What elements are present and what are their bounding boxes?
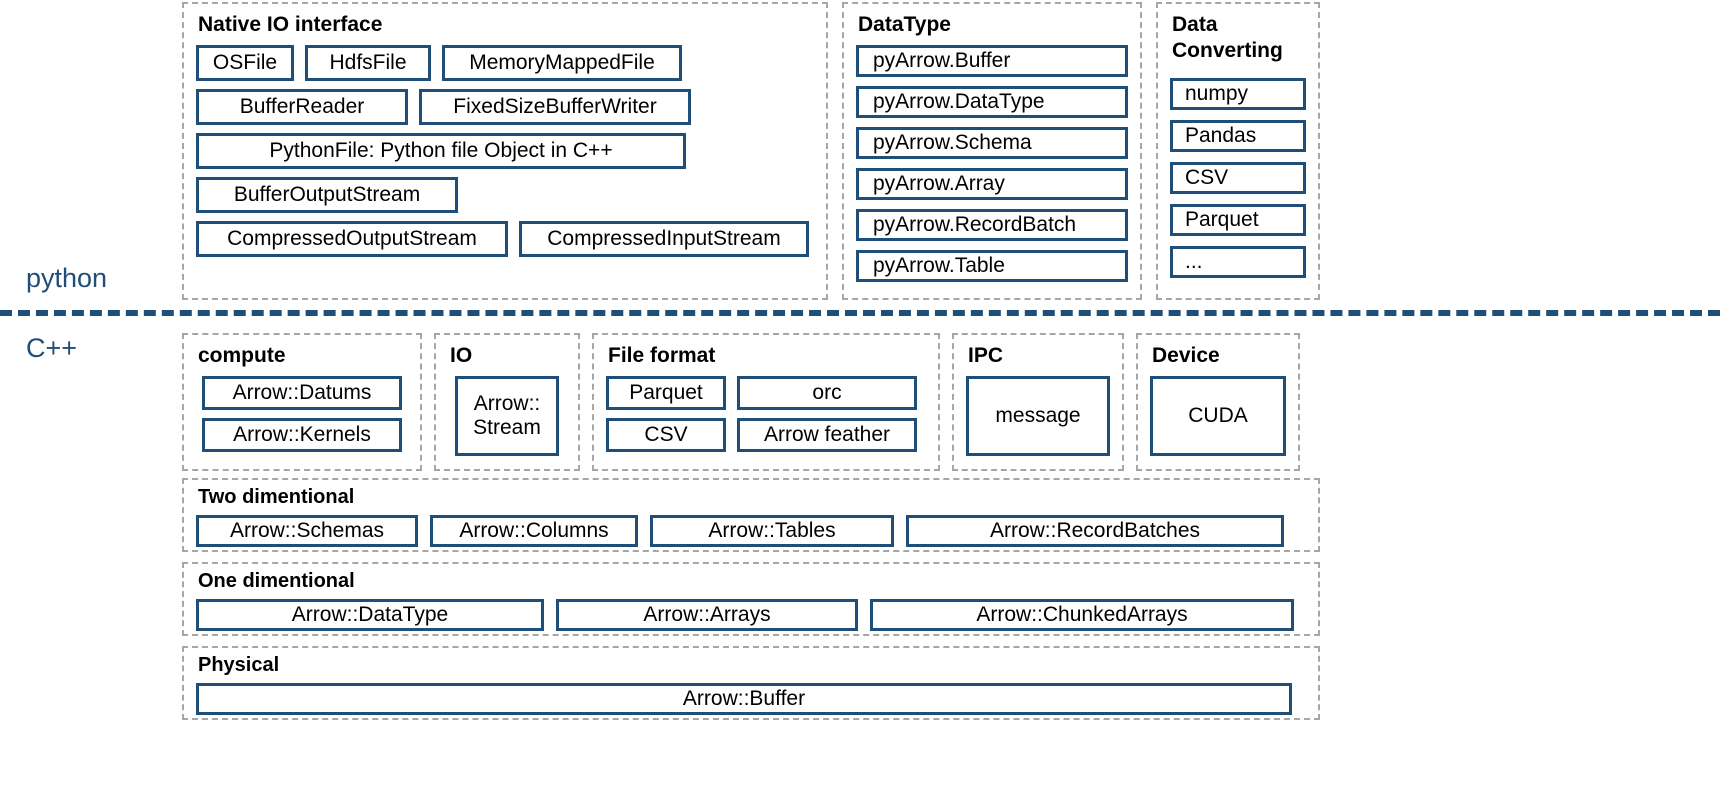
node-pyarrow-schema[interactable]: pyArrow.Schema [856,127,1128,159]
node-memorymappedfile[interactable]: MemoryMappedFile [442,45,682,81]
layer-physical: Physical Arrow::Buffer [182,646,1320,720]
node-csv[interactable]: CSV [1170,162,1306,194]
node-arrow-recordbatches[interactable]: Arrow::RecordBatches [906,515,1284,547]
node-row: BufferReader FixedSizeBufferWriter [196,89,814,125]
node-ellipsis[interactable]: ... [1170,246,1306,278]
node-parquet[interactable]: Parquet [1170,204,1306,236]
node-row: Arrow::Schemas Arrow::Columns Arrow::Tab… [196,515,1306,547]
node-pandas[interactable]: Pandas [1170,120,1306,152]
node-row: BufferOutputStream [196,177,814,213]
layer-label-cpp: C++ [26,333,78,363]
node-arrow-datatype[interactable]: Arrow::DataType [196,599,544,631]
layer-two-dimentional: Two dimentional Arrow::Schemas Arrow::Co… [182,478,1320,552]
panel-title: compute [198,344,286,367]
node-row: Arrow::DataType Arrow::Arrays Arrow::Chu… [196,599,1306,631]
node-row: CUDA [1150,376,1286,456]
node-arrow-feather-format[interactable]: Arrow feather [737,418,917,452]
node-pythonfile[interactable]: PythonFile: Python file Object in C++ [196,133,686,169]
node-row: CSV Arrow feather [606,418,926,452]
node-arrow-chunkedarrays[interactable]: Arrow::ChunkedArrays [870,599,1294,631]
node-arrow-arrays[interactable]: Arrow::Arrays [556,599,858,631]
node-pyarrow-datatype[interactable]: pyArrow.DataType [856,86,1128,118]
node-row: pyArrow.Array [856,168,1128,200]
node-orc-format[interactable]: orc [737,376,917,410]
node-row: Arrow::Datums [196,376,408,410]
node-row: numpy [1170,78,1306,110]
python-layer: Native IO interface OSFile HdfsFile Memo… [182,2,1320,300]
panel-title: Two dimentional [198,486,355,508]
node-pyarrow-recordbatch[interactable]: pyArrow.RecordBatch [856,209,1128,241]
node-row: Arrow::Buffer [196,683,1306,715]
panel-title: IO [450,344,473,367]
node-row: Parquet [1170,204,1306,236]
node-arrow-buffer[interactable]: Arrow::Buffer [196,683,1292,715]
panel-title: DataType [858,13,951,36]
panel-title: Data Converting [1172,13,1283,62]
node-osfile[interactable]: OSFile [196,45,294,81]
node-pyarrow-table[interactable]: pyArrow.Table [856,250,1128,282]
node-arrow-schemas[interactable]: Arrow::Schemas [196,515,418,547]
node-arrow-columns[interactable]: Arrow::Columns [430,515,638,547]
node-fixedsizebufferwriter[interactable]: FixedSizeBufferWriter [419,89,691,125]
node-row: message [966,376,1110,456]
node-cuda[interactable]: CUDA [1150,376,1286,456]
node-row: CompressedOutputStream CompressedInputSt… [196,221,814,257]
layer-one-dimentional: One dimentional Arrow::DataType Arrow::A… [182,562,1320,636]
panel-title: Device [1152,344,1220,367]
panel-native-io-interface: Native IO interface OSFile HdfsFile Memo… [182,2,828,300]
node-row: ... [1170,246,1306,278]
panel-device: Device CUDA [1136,333,1300,471]
node-bufferreader[interactable]: BufferReader [196,89,408,125]
node-hdfsfile[interactable]: HdfsFile [305,45,431,81]
node-row: Pandas [1170,120,1306,152]
node-arrow-kernels[interactable]: Arrow::Kernels [202,418,402,452]
node-pyarrow-array[interactable]: pyArrow.Array [856,168,1128,200]
panel-datatype: DataType pyArrow.Buffer pyArrow.DataType… [842,2,1142,300]
panel-io: IO Arrow:: Stream [434,333,580,471]
panel-compute: compute Arrow::Datums Arrow::Kernels [182,333,422,471]
panel-file-format: File format Parquet orc CSV Arrow feathe… [592,333,940,471]
node-arrow-stream[interactable]: Arrow:: Stream [455,376,559,456]
cpp-module-row: compute Arrow::Datums Arrow::Kernels IO … [182,333,1320,471]
node-arrow-tables[interactable]: Arrow::Tables [650,515,894,547]
node-row: Arrow::Kernels [196,418,408,452]
node-compressedinputstream[interactable]: CompressedInputStream [519,221,809,257]
node-pyarrow-buffer[interactable]: pyArrow.Buffer [856,45,1128,77]
node-csv-format[interactable]: CSV [606,418,726,452]
node-arrow-datums[interactable]: Arrow::Datums [202,376,402,410]
layer-label-python: python [26,263,108,293]
python-cpp-divider [0,310,1720,316]
node-row: pyArrow.Buffer [856,45,1128,77]
node-compressedoutputstream[interactable]: CompressedOutputStream [196,221,508,257]
panel-title: Native IO interface [198,13,383,36]
architecture-diagram: python C++ Native IO interface OSFile Hd… [0,0,1720,789]
panel-title: One dimentional [198,570,355,592]
node-row: pyArrow.DataType [856,86,1128,118]
node-numpy[interactable]: numpy [1170,78,1306,110]
node-bufferoutputstream[interactable]: BufferOutputStream [196,177,458,213]
node-row: pyArrow.Schema [856,127,1128,159]
node-row: CSV [1170,162,1306,194]
node-row: OSFile HdfsFile MemoryMappedFile [196,45,814,81]
panel-title: IPC [968,344,1004,367]
node-row: pyArrow.Table [856,250,1128,282]
node-parquet-format[interactable]: Parquet [606,376,726,410]
panel-ipc: IPC message [952,333,1124,471]
panel-data-converting: Data Converting numpy Pandas CSV Parquet… [1156,2,1320,300]
panel-title: Physical [198,654,280,676]
node-row: pyArrow.RecordBatch [856,209,1128,241]
node-row: Parquet orc [606,376,926,410]
node-message[interactable]: message [966,376,1110,456]
node-row: PythonFile: Python file Object in C++ [196,133,814,169]
node-row: Arrow:: Stream [448,376,566,456]
panel-title: File format [608,344,716,367]
